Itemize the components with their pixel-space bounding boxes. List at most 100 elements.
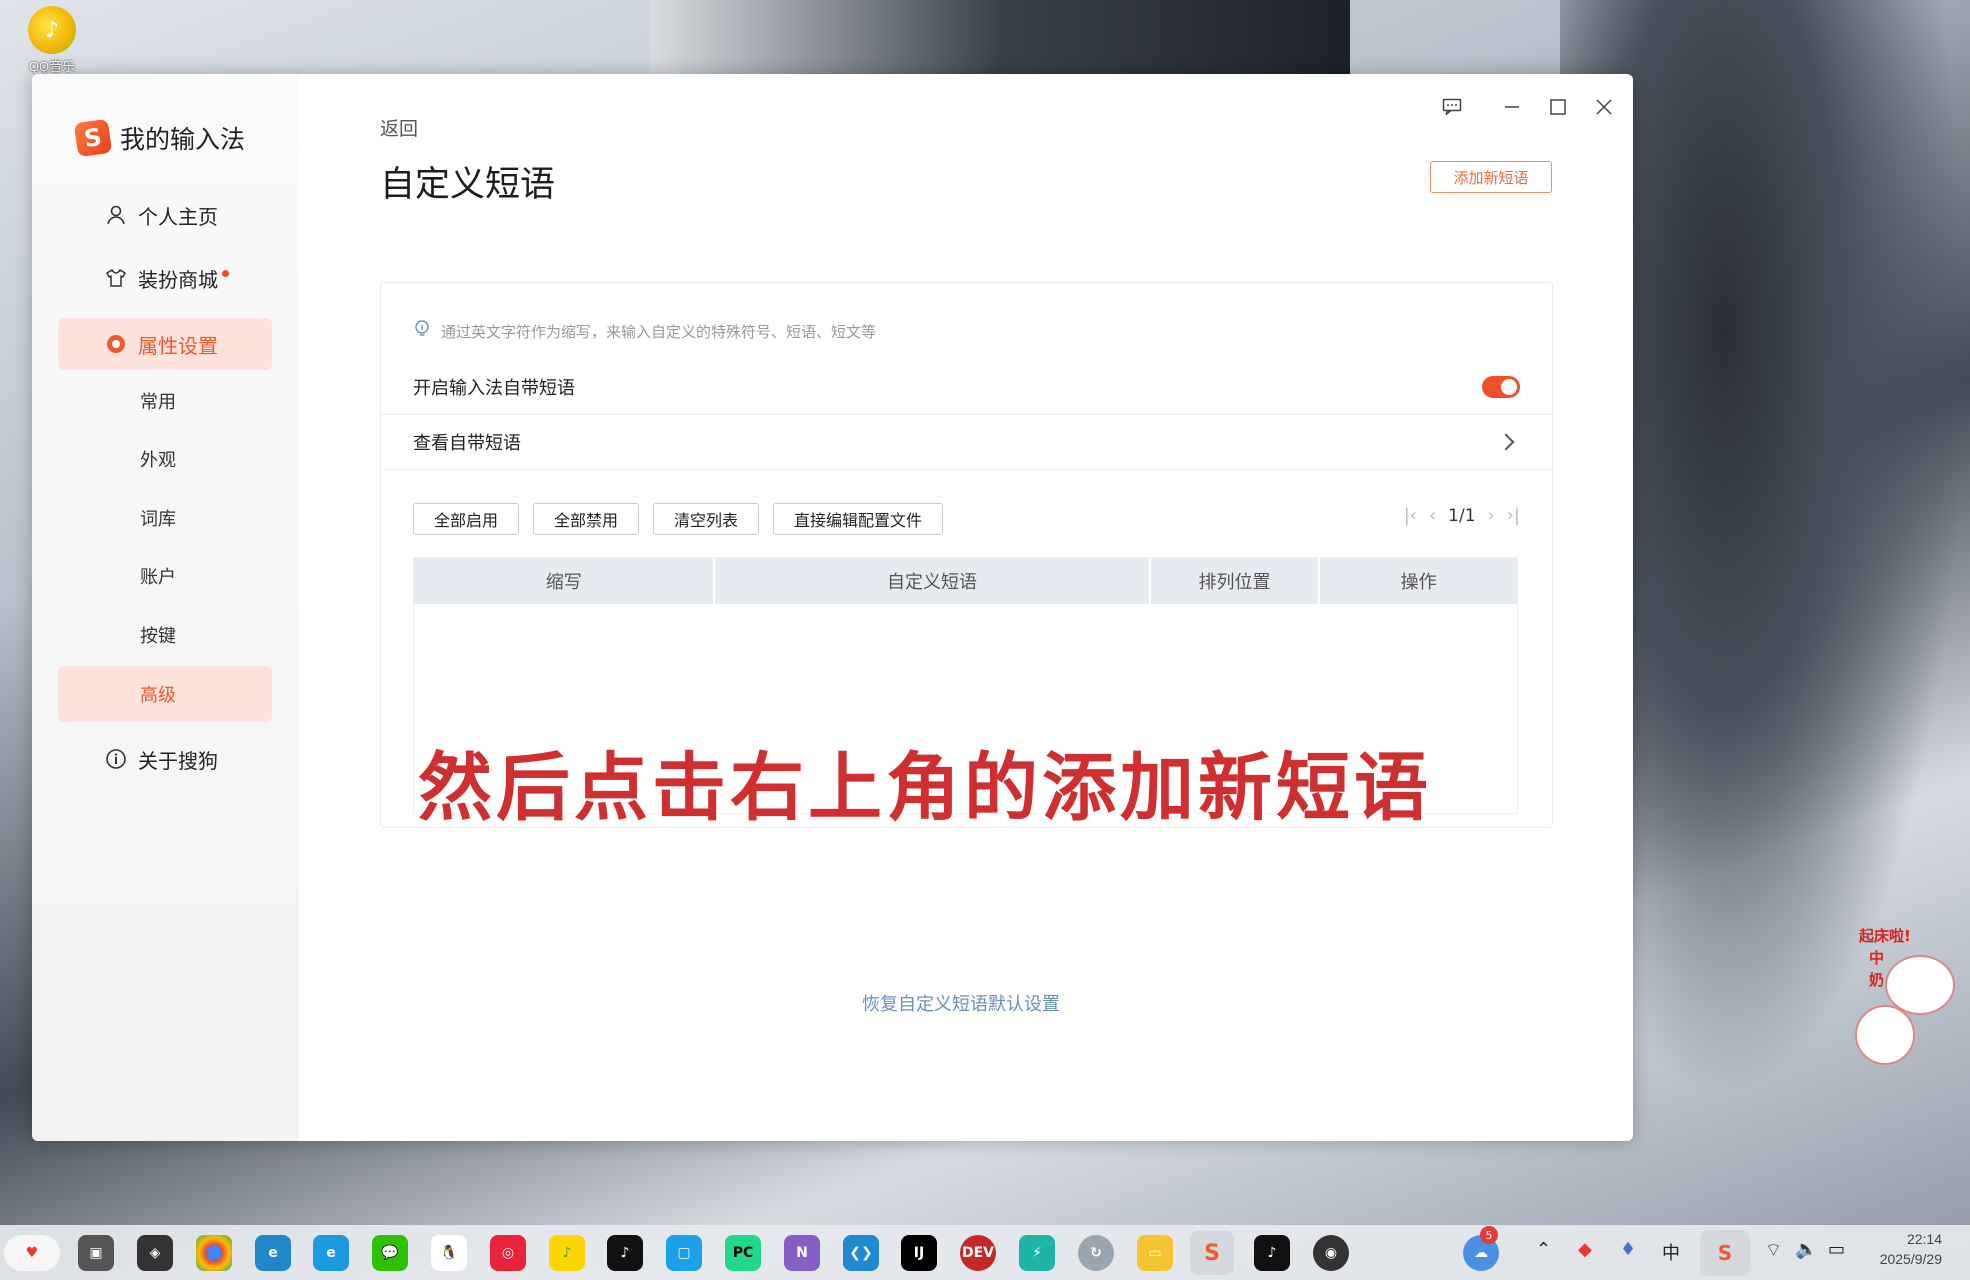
- notification-badge: 5: [1480, 1226, 1498, 1244]
- table-header: 缩写 自定义短语 排列位置 操作: [414, 558, 1517, 604]
- file-explorer-icon[interactable]: ▭: [1137, 1235, 1173, 1271]
- sidebar-item-store[interactable]: 装扮商城: [58, 255, 272, 301]
- settings-window: S 我的输入法 个人主页 装扮商城 属性设置 常用 外观 词库 账户 按键 高级…: [32, 74, 1633, 1141]
- hint-row: 通过英文字符作为缩写，来输入自定义的特殊符号、短语、短文等: [413, 319, 876, 343]
- intellij-icon[interactable]: IJ: [901, 1235, 937, 1271]
- info-icon: [104, 747, 128, 771]
- enable-builtin-label: 开启输入法自带短语: [413, 378, 575, 399]
- sidebar-sub-account[interactable]: 账户: [58, 551, 272, 601]
- widgets-icon[interactable]: ♥: [4, 1235, 60, 1271]
- brand-name: 我的输入法: [120, 125, 246, 154]
- app-icon[interactable]: ◈: [137, 1235, 173, 1271]
- qqmusic-taskbar-icon[interactable]: ♪: [549, 1235, 585, 1271]
- sidebar-sub-common[interactable]: 常用: [58, 376, 272, 426]
- app-icon-2[interactable]: ▢: [666, 1235, 702, 1271]
- window-controls: [1439, 94, 1617, 120]
- sidebar-item-label: 属性设置: [138, 333, 218, 358]
- feedback-icon[interactable]: [1439, 94, 1465, 120]
- desktop-icon-qqmusic[interactable]: ♪ QQ音乐: [22, 6, 82, 75]
- netease-music-icon[interactable]: ◎: [490, 1235, 526, 1271]
- clear-list-button[interactable]: 清空列表: [653, 503, 760, 535]
- task-view-icon[interactable]: ▣: [78, 1235, 114, 1271]
- desktop-icon-label: QQ音乐: [28, 59, 76, 74]
- wifi-icon[interactable]: ⌔: [1765, 1239, 1782, 1262]
- chevron-up-icon[interactable]: ⌃: [1536, 1239, 1551, 1260]
- qqmusic-icon: ♪: [28, 6, 76, 54]
- tiktok-icon[interactable]: ♪: [607, 1235, 643, 1271]
- lightbulb-icon: [413, 319, 431, 343]
- column-header: 操作: [1400, 572, 1437, 593]
- sidebar-item-label: 装扮商城: [138, 267, 218, 292]
- page-indicator: 1/1: [1448, 505, 1476, 526]
- chevron-right-icon: [1497, 433, 1515, 451]
- visual-studio-icon[interactable]: N: [784, 1235, 820, 1271]
- edge-ai-icon[interactable]: e: [313, 1235, 349, 1271]
- vscode-icon[interactable]: ❮❯: [843, 1235, 879, 1271]
- sidebar-item-settings[interactable]: 属性设置: [58, 318, 272, 370]
- clock[interactable]: 22:14 2025/9/29: [1880, 1229, 1942, 1269]
- first-page-icon[interactable]: |‹: [1404, 505, 1417, 526]
- enable-all-button[interactable]: 全部启用: [413, 503, 520, 535]
- restore-defaults-link[interactable]: 恢复自定义短语默认设置: [862, 990, 1060, 1016]
- devcpp-icon[interactable]: DEV: [960, 1235, 996, 1271]
- sogou-taskbar-icon[interactable]: S: [1190, 1231, 1234, 1275]
- sidebar-item-profile[interactable]: 个人主页: [58, 192, 272, 238]
- chrome-icon[interactable]: [196, 1235, 232, 1271]
- page-title: 自定义短语: [380, 165, 556, 205]
- maximize-icon[interactable]: [1545, 94, 1571, 120]
- tiktok-icon-2[interactable]: ♪: [1254, 1235, 1290, 1271]
- sogou-tray-icon[interactable]: S: [1700, 1230, 1750, 1276]
- sidebar-sub-advanced[interactable]: 高级: [58, 666, 272, 722]
- view-builtin-row[interactable]: 查看自带短语: [381, 415, 1552, 470]
- enable-builtin-row: 开启输入法自带短语: [381, 360, 1552, 415]
- tray-app-icon[interactable]: ◆: [1578, 1239, 1592, 1260]
- battery-icon[interactable]: ▭: [1828, 1239, 1845, 1260]
- column-header: 自定义短语: [715, 558, 1151, 604]
- edit-config-button[interactable]: 直接编辑配置文件: [773, 503, 944, 535]
- sidebar-item-label: 个人主页: [138, 204, 218, 229]
- volume-icon[interactable]: 🔈: [1795, 1239, 1817, 1260]
- table-toolbar: 全部启用 全部禁用 清空列表 直接编辑配置文件: [413, 503, 944, 535]
- sidebar-item-label: 关于搜狗: [138, 748, 218, 773]
- wechat-icon[interactable]: 💬: [372, 1235, 408, 1271]
- sidebar-item-about[interactable]: 关于搜狗: [58, 736, 272, 782]
- column-header: 排列位置: [1151, 558, 1321, 604]
- pagination: |‹ ‹ 1/1 › ›|: [1404, 505, 1520, 526]
- minimize-icon[interactable]: [1499, 94, 1525, 120]
- back-link[interactable]: 返回: [380, 114, 418, 141]
- sticker-bunny-2: [1855, 1005, 1915, 1065]
- obs-icon[interactable]: ◉: [1313, 1235, 1349, 1271]
- sidebar-sub-dictionary[interactable]: 词库: [58, 493, 272, 543]
- last-page-icon[interactable]: ›|: [1507, 505, 1520, 526]
- brand: S 我的输入法: [73, 118, 246, 158]
- sogou-logo-icon: S: [73, 118, 113, 158]
- add-phrase-button[interactable]: 添加新短语: [1430, 161, 1552, 193]
- taskbar: ♥ ▣ ◈ e e 💬 🐧 ◎ ♪ ♪ ▢ PC N ❮❯ IJ DEV ⚡ ↻…: [0, 1225, 1970, 1280]
- overlay-caption: 然后点击右上角的添加新短语: [418, 745, 1432, 831]
- next-page-icon[interactable]: ›: [1488, 505, 1495, 526]
- input-lang-indicator[interactable]: 中: [1662, 1239, 1680, 1265]
- mic-icon[interactable]: ♦: [1620, 1239, 1636, 1260]
- hint-text: 通过英文字符作为缩写，来输入自定义的特殊符号、短语、短文等: [441, 322, 877, 341]
- phrase-panel: 通过英文字符作为缩写，来输入自定义的特殊符号、短语、短文等 开启输入法自带短语 …: [380, 282, 1553, 831]
- prev-page-icon[interactable]: ‹: [1429, 505, 1436, 526]
- phrase-table: 缩写 自定义短语 排列位置 操作 然后点击右上角的添加新短语: [413, 557, 1518, 831]
- edge-icon[interactable]: e: [255, 1235, 291, 1271]
- desktop-sticker: 起床啦! 中 奶: [1855, 925, 1965, 1075]
- sidebar-sub-keys[interactable]: 按键: [58, 610, 272, 660]
- disable-all-button[interactable]: 全部禁用: [533, 503, 640, 535]
- app-icon-4[interactable]: ↻: [1078, 1235, 1114, 1271]
- clock-date: 2025/9/29: [1879, 1251, 1942, 1267]
- column-header: 缩写: [414, 558, 716, 604]
- settings-icon: [104, 332, 128, 356]
- shirt-icon: [104, 266, 128, 290]
- qq-icon[interactable]: 🐧: [431, 1235, 467, 1271]
- view-builtin-label: 查看自带短语: [413, 433, 521, 454]
- pycharm-icon[interactable]: PC: [725, 1235, 761, 1271]
- sticker-text: 起床啦! 中 奶: [1859, 927, 1911, 989]
- enable-builtin-toggle[interactable]: [1482, 376, 1520, 398]
- sidebar: S 我的输入法 个人主页 装扮商城 属性设置 常用 外观 词库 账户 按键 高级…: [32, 74, 299, 1141]
- app-icon-3[interactable]: ⚡: [1019, 1235, 1055, 1271]
- close-icon[interactable]: [1591, 94, 1617, 120]
- sidebar-sub-appearance[interactable]: 外观: [58, 434, 272, 484]
